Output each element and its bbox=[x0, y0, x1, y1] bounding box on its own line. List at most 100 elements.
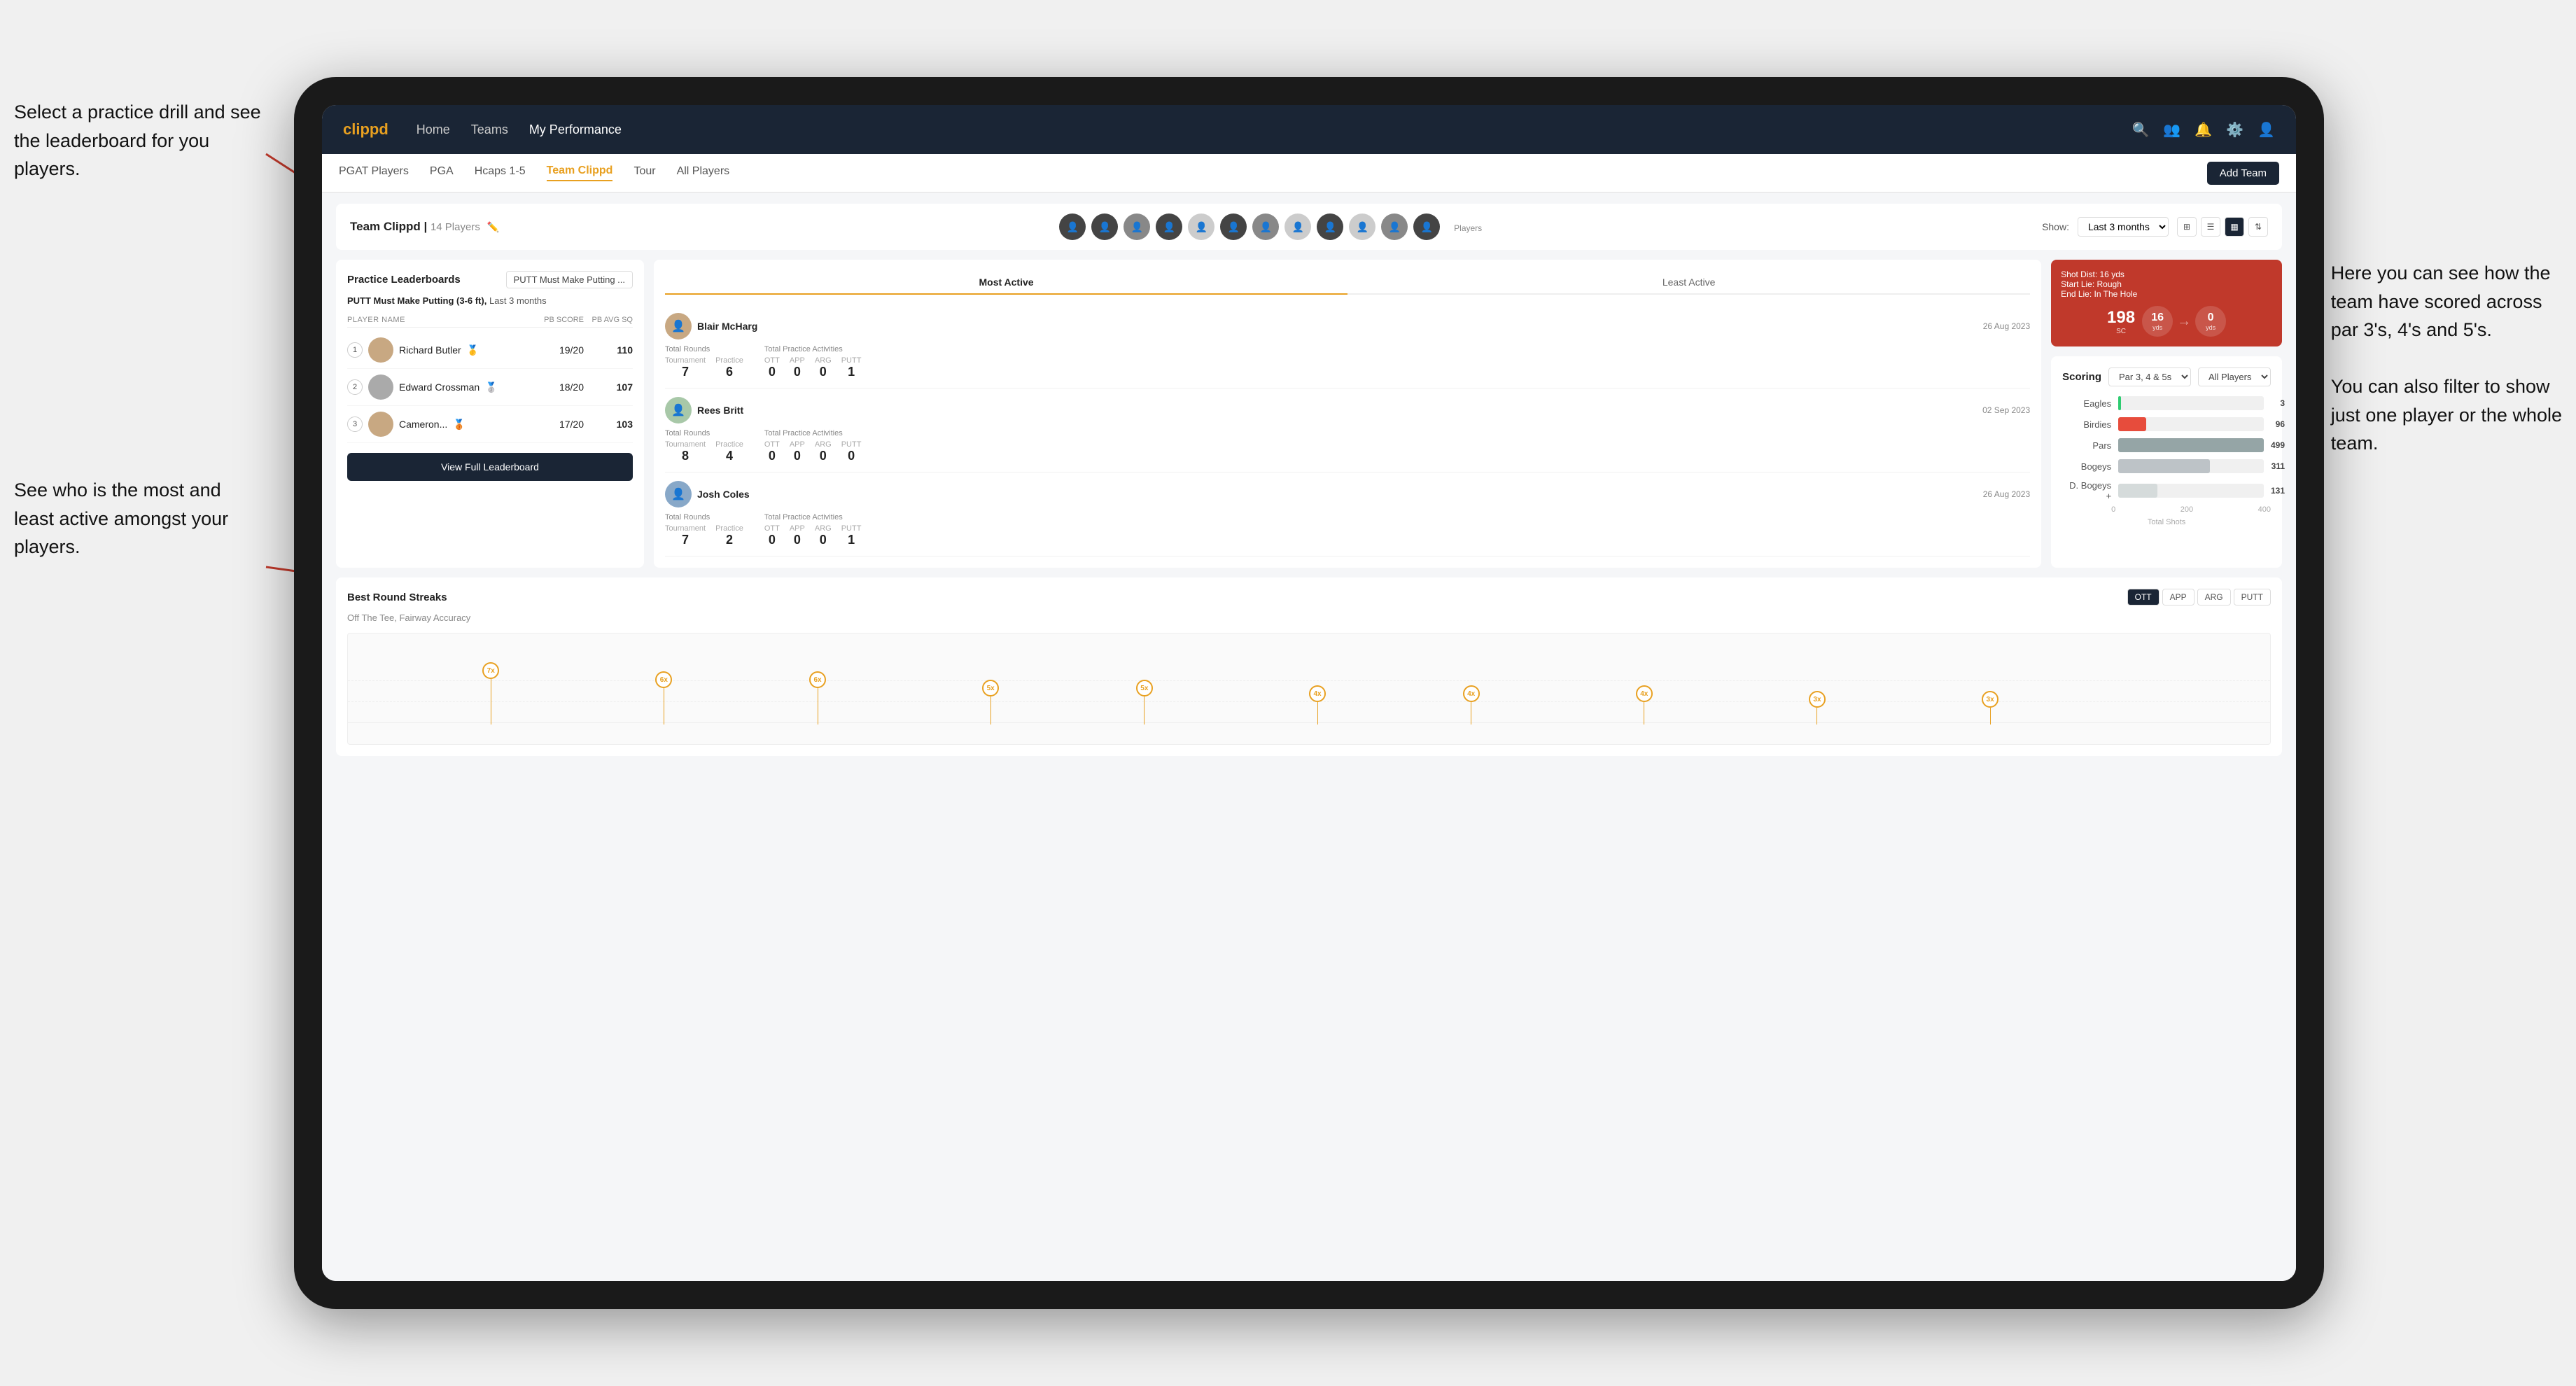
rounds-values-1: Tournament 7 Practice 6 bbox=[665, 356, 743, 379]
streak-node-6: 4x bbox=[1309, 685, 1326, 724]
avatar-2: 👤 bbox=[1091, 214, 1118, 240]
people-icon[interactable]: 👥 bbox=[2163, 121, 2180, 139]
search-icon[interactable]: 🔍 bbox=[2132, 121, 2149, 139]
arrow-icon: → bbox=[2177, 306, 2191, 337]
bar-bogeys bbox=[2118, 459, 2210, 473]
player-activity-header-3: 👤 Josh Coles 26 Aug 2023 bbox=[665, 481, 2030, 507]
streak-node-2: 6x bbox=[655, 671, 672, 724]
practice-leaderboard-card: Practice Leaderboards PUTT Must Make Put… bbox=[336, 260, 644, 568]
bar-container-bogeys: 311 bbox=[2118, 459, 2264, 473]
shot-yds: 16 yds → 0 yds bbox=[2142, 306, 2226, 337]
streak-filter-arg[interactable]: ARG bbox=[2197, 589, 2231, 606]
leaderboard-subtitle: PUTT Must Make Putting (3-6 ft), Last 3 … bbox=[347, 295, 633, 306]
rank-1: 1 bbox=[347, 342, 363, 358]
subnav-all-players[interactable]: All Players bbox=[677, 165, 730, 181]
rank-2: 2 bbox=[347, 379, 363, 395]
bell-icon[interactable]: 🔔 bbox=[2194, 121, 2212, 139]
add-team-button[interactable]: Add Team bbox=[2207, 162, 2279, 185]
avatar-6: 👤 bbox=[1220, 214, 1247, 240]
streaks-filter-btns: OTT APP ARG PUTT bbox=[2127, 589, 2271, 606]
total-practice-label-1: Total Practice Activities bbox=[764, 345, 862, 354]
lb-name-1: Richard Butler bbox=[399, 344, 461, 356]
total-rounds-group-3: Total Rounds Tournament 7 Practice 2 bbox=[665, 513, 743, 547]
leaderboard-dropdown[interactable]: PUTT Must Make Putting ... bbox=[506, 271, 633, 288]
annotation-left-2: See who is the most and least active amo… bbox=[14, 476, 266, 561]
streak-filter-ott[interactable]: OTT bbox=[2127, 589, 2160, 606]
lb-score-2: 18/20 bbox=[528, 382, 584, 393]
streaks-card: Best Round Streaks OTT APP ARG PUTT Off … bbox=[336, 578, 2282, 756]
view-icons: ⊞ ☰ ▦ ⇅ bbox=[2177, 217, 2268, 237]
nav-my-performance[interactable]: My Performance bbox=[529, 122, 622, 137]
streak-node-5: 5x bbox=[1136, 680, 1153, 724]
pa-avatar-2: 👤 bbox=[665, 397, 692, 424]
shot-circle-1: 16 yds bbox=[2142, 306, 2173, 337]
lb-name-2: Edward Crossman bbox=[399, 382, 479, 393]
show-label: Show: bbox=[2042, 221, 2069, 232]
streak-node-9: 3x bbox=[1809, 691, 1826, 724]
player-avatars: 👤 👤 👤 👤 👤 👤 👤 👤 👤 👤 👤 👤 bbox=[1059, 214, 1440, 240]
user-avatar-icon[interactable]: 👤 bbox=[2258, 121, 2275, 139]
scoring-x-axis: 0 200 400 bbox=[2062, 501, 2271, 514]
subnav-pgat[interactable]: PGAT Players bbox=[339, 165, 409, 181]
bar-container-dbogeys: 131 bbox=[2118, 484, 2264, 498]
edit-icon[interactable]: ✏️ bbox=[487, 221, 499, 233]
period-select[interactable]: Last 3 months Last 6 months This year bbox=[2078, 217, 2169, 237]
subnav-pga[interactable]: PGA bbox=[430, 165, 454, 181]
nav-teams[interactable]: Teams bbox=[471, 122, 508, 137]
pa-name-3: Josh Coles bbox=[697, 489, 750, 500]
avatar-10: 👤 bbox=[1349, 214, 1376, 240]
bar-value-birdies: 96 bbox=[2276, 419, 2285, 429]
practice-values-1: OTT 0 APP 0 ARG 0 bbox=[764, 356, 862, 379]
subnav-team-clippd[interactable]: Team Clippd bbox=[547, 164, 613, 181]
rank-3: 3 bbox=[347, 416, 363, 432]
pa-date-3: 26 Aug 2023 bbox=[1983, 489, 2030, 499]
streaks-title: Best Round Streaks bbox=[347, 592, 447, 603]
card-view-btn[interactable]: ▦ bbox=[2225, 217, 2244, 237]
pa-avatar-3: 👤 bbox=[665, 481, 692, 507]
show-controls: Show: Last 3 months Last 6 months This y… bbox=[2042, 217, 2268, 237]
tab-most-active[interactable]: Most Active bbox=[665, 271, 1348, 295]
settings-icon[interactable]: ⚙️ bbox=[2226, 121, 2244, 139]
bar-container-birdies: 96 bbox=[2118, 417, 2264, 431]
lb-table-header: PLAYER NAME PB SCORE PB AVG SQ bbox=[347, 313, 633, 328]
shot-circles: 198 SC 16 yds → 0 bbox=[2061, 306, 2272, 337]
view-full-leaderboard-button[interactable]: View Full Leaderboard bbox=[347, 453, 633, 481]
col-pb-avg: PB AVG SQ bbox=[584, 316, 633, 324]
total-practice-group-3: Total Practice Activities OTT 0 APP 0 bbox=[764, 513, 862, 547]
streak-node-1: 7x bbox=[482, 662, 499, 724]
scoring-bars: Eagles 3 Birdies 96 bbox=[2062, 396, 2271, 501]
filter-btn[interactable]: ⇅ bbox=[2248, 217, 2268, 237]
total-rounds-group-1: Total Rounds Tournament 7 Practice 6 bbox=[665, 345, 743, 379]
avatar-9: 👤 bbox=[1317, 214, 1343, 240]
bar-birdies bbox=[2118, 417, 2146, 431]
list-view-btn[interactable]: ☰ bbox=[2201, 217, 2220, 237]
streaks-subtitle: Off The Tee, Fairway Accuracy bbox=[347, 612, 2271, 623]
leaderboard-title: Practice Leaderboards bbox=[347, 274, 461, 286]
player-activity-header-2: 👤 Rees Britt 02 Sep 2023 bbox=[665, 397, 2030, 424]
avatar-7: 👤 bbox=[1252, 214, 1279, 240]
nav-items: Home Teams My Performance bbox=[416, 122, 2132, 137]
tab-least-active[interactable]: Least Active bbox=[1348, 271, 2030, 295]
bar-value-eagles: 3 bbox=[2280, 398, 2285, 408]
avatar-5: 👤 bbox=[1188, 214, 1214, 240]
medal-1: 🥇 bbox=[467, 344, 479, 356]
lb-avatar-3 bbox=[368, 412, 393, 437]
scoring-par-filter[interactable]: Par 3, 4 & 5s Par 3s Par 4s Par 5s bbox=[2108, 368, 2191, 386]
grid-view-btn[interactable]: ⊞ bbox=[2177, 217, 2197, 237]
pa-stats-2: Total Rounds Tournament 8 Practice 4 bbox=[665, 429, 2030, 463]
subnav-hcaps[interactable]: Hcaps 1-5 bbox=[475, 165, 526, 181]
bar-row-birdies: Birdies 96 bbox=[2069, 417, 2264, 431]
avatar-8: 👤 bbox=[1284, 214, 1311, 240]
streak-filter-putt[interactable]: PUTT bbox=[2234, 589, 2271, 606]
nav-home[interactable]: Home bbox=[416, 122, 450, 137]
scoring-player-filter[interactable]: All Players bbox=[2198, 368, 2271, 386]
player-info-3: Cameron... 🥉 bbox=[368, 412, 528, 437]
pa-stats-3: Total Rounds Tournament 7 Practice 2 bbox=[665, 513, 2030, 547]
nav-icons: 🔍 👥 🔔 ⚙️ 👤 bbox=[2132, 121, 2275, 139]
streak-filter-app[interactable]: APP bbox=[2162, 589, 2194, 606]
shot-value-main: 198 SC bbox=[2107, 308, 2135, 335]
main-content: Team Clippd | 14 Players ✏️ 👤 👤 👤 👤 👤 👤 … bbox=[322, 192, 2296, 1281]
activity-card: Most Active Least Active 👤 Blair McHarg … bbox=[654, 260, 2041, 568]
team-header: Team Clippd | 14 Players ✏️ 👤 👤 👤 👤 👤 👤 … bbox=[336, 204, 2282, 250]
subnav-tour[interactable]: Tour bbox=[634, 165, 655, 181]
